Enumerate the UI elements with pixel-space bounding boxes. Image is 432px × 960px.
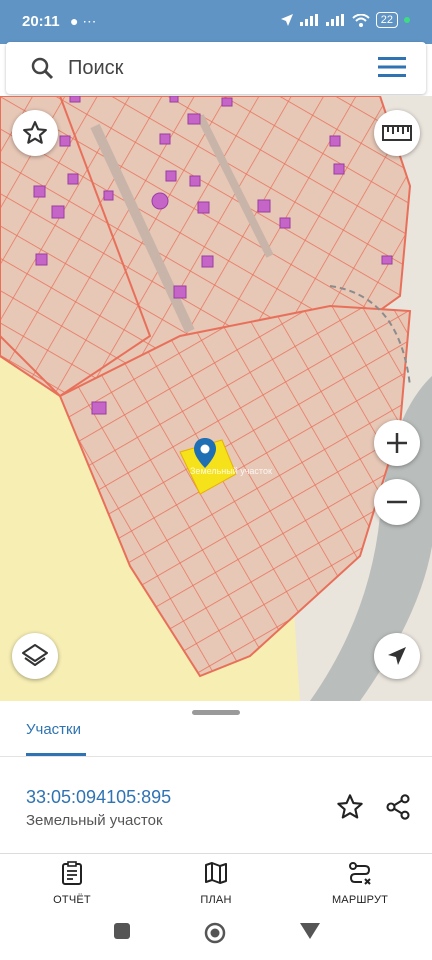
nav-report-button[interactable]: ОТЧЁТ bbox=[22, 861, 122, 907]
notification-icons: ● ⋯ bbox=[70, 13, 97, 29]
parcel-type: Земельный участок bbox=[26, 812, 163, 829]
nav-route-label: МАРШРУТ bbox=[331, 894, 389, 906]
recent-apps-icon[interactable] bbox=[113, 922, 131, 940]
ruler-icon bbox=[382, 125, 412, 141]
status-bar: 20:11 ● ⋯ 22 bbox=[0, 0, 432, 44]
plus-icon bbox=[387, 433, 407, 453]
status-icons: 22 bbox=[280, 12, 410, 28]
star-outline-icon bbox=[23, 121, 47, 144]
system-navigation-bar bbox=[0, 908, 432, 960]
nav-route-button[interactable]: МАРШРУТ bbox=[310, 861, 410, 907]
tab-divider bbox=[0, 756, 432, 757]
battery-icon: 22 bbox=[375, 12, 398, 28]
favorite-map-button[interactable] bbox=[12, 110, 58, 156]
nav-plan-label: ПЛАН bbox=[200, 894, 232, 906]
signal-icon bbox=[299, 14, 318, 26]
layers-icon bbox=[22, 644, 48, 666]
map-pin-icon[interactable] bbox=[194, 438, 216, 468]
zoom-in-button[interactable] bbox=[374, 420, 420, 466]
wifi-icon bbox=[352, 13, 370, 27]
sheet-drag-handle[interactable] bbox=[192, 710, 240, 715]
privacy-dot bbox=[404, 17, 410, 23]
back-icon[interactable] bbox=[299, 922, 321, 940]
share-icon[interactable] bbox=[384, 793, 412, 821]
search-input[interactable]: Поиск bbox=[68, 57, 123, 80]
ruler-button[interactable] bbox=[374, 110, 420, 156]
nav-report-label: ОТЧЁТ bbox=[53, 894, 91, 906]
my-location-button[interactable] bbox=[374, 633, 420, 679]
layers-button[interactable] bbox=[12, 633, 58, 679]
parcel-cadastral-number[interactable]: 33:05:094105:895 bbox=[26, 787, 171, 808]
minus-icon bbox=[387, 500, 407, 504]
menu-icon[interactable] bbox=[378, 56, 406, 78]
route-icon bbox=[349, 862, 371, 885]
status-time: 20:11 bbox=[22, 13, 60, 30]
clipboard-icon bbox=[62, 861, 82, 885]
navigation-arrow-icon bbox=[388, 647, 406, 665]
home-icon[interactable] bbox=[204, 922, 226, 944]
signal-icon-2 bbox=[325, 14, 344, 26]
search-icon[interactable] bbox=[30, 56, 54, 80]
sheet-divider bbox=[0, 853, 432, 854]
tab-parcels[interactable]: Участки bbox=[26, 721, 81, 738]
map-icon bbox=[205, 862, 227, 884]
search-bar[interactable]: Поиск bbox=[6, 42, 426, 94]
nav-plan-button[interactable]: ПЛАН bbox=[166, 861, 266, 907]
map-canvas[interactable]: Земельный участок bbox=[0, 96, 432, 701]
map-view[interactable]: Земельный участок bbox=[0, 96, 432, 701]
location-arrow-icon bbox=[280, 14, 293, 26]
zoom-out-button[interactable] bbox=[374, 479, 420, 525]
favorite-star-icon[interactable] bbox=[336, 793, 364, 821]
